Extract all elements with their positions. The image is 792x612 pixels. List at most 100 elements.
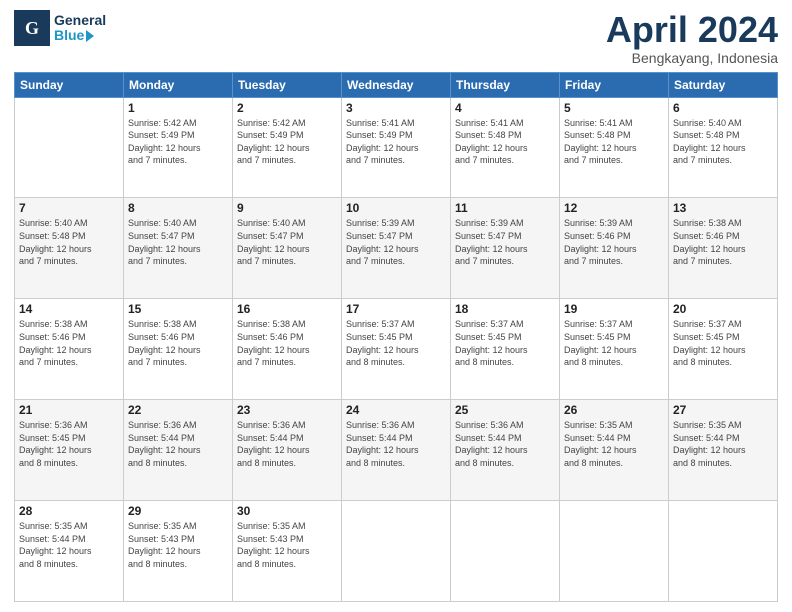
logo-letter: G — [25, 18, 39, 39]
day-number: 27 — [673, 403, 773, 417]
calendar-header-saturday: Saturday — [669, 72, 778, 97]
calendar-cell: 8Sunrise: 5:40 AMSunset: 5:47 PMDaylight… — [124, 198, 233, 299]
calendar-cell: 4 Sunrise: 5:41 AMSunset: 5:48 PMDaylight… — [451, 97, 560, 198]
calendar-cell: 6Sunrise: 5:40 AMSunset: 5:48 PMDaylight… — [669, 97, 778, 198]
logo-flag-icon — [86, 30, 94, 42]
calendar-cell — [15, 97, 124, 198]
day-info: Sunrise: 5:41 AMSunset: 5:48 PMDaylight:… — [455, 117, 555, 167]
calendar-cell: 26 Sunrise: 5:35 AMSunset: 5:44 PMDayligh… — [560, 400, 669, 501]
logo: G General Blue — [14, 10, 106, 46]
day-number: 9 — [237, 201, 337, 215]
day-info: Sunrise: 5:35 AMSunset: 5:44 PMDaylight:… — [673, 419, 773, 469]
calendar-cell: 12 Sunrise: 5:39 AMSunset: 5:46 PMDayligh… — [560, 198, 669, 299]
calendar-cell: 14 Sunrise: 5:38 AMSunset: 5:46 PMDayligh… — [15, 299, 124, 400]
day-info: Sunrise: 5:38 AMSunset: 5:46 PMDaylight:… — [128, 318, 228, 368]
calendar-cell: 17Sunrise: 5:37 AMSunset: 5:45 PMDayligh… — [342, 299, 451, 400]
calendar-cell: 28 Sunrise: 5:35 AMSunset: 5:44 PMDayligh… — [15, 501, 124, 602]
calendar-cell: 20Sunrise: 5:37 AMSunset: 5:45 PMDayligh… — [669, 299, 778, 400]
day-number: 3 — [346, 101, 446, 115]
day-number: 12 — [564, 201, 664, 215]
calendar-cell: 23 Sunrise: 5:36 AMSunset: 5:44 PMDayligh… — [233, 400, 342, 501]
day-info: Sunrise: 5:35 AMSunset: 5:44 PMDaylight:… — [564, 419, 664, 469]
day-info: Sunrise: 5:38 AMSunset: 5:46 PMDaylight:… — [673, 217, 773, 267]
calendar-cell — [560, 501, 669, 602]
calendar-cell: 15 Sunrise: 5:38 AMSunset: 5:46 PMDayligh… — [124, 299, 233, 400]
calendar-week-row: 7 Sunrise: 5:40 AMSunset: 5:48 PMDaylight… — [15, 198, 778, 299]
calendar-cell: 29Sunrise: 5:35 AMSunset: 5:43 PMDayligh… — [124, 501, 233, 602]
main-title: April 2024 — [606, 10, 778, 50]
day-info: Sunrise: 5:40 AMSunset: 5:47 PMDaylight:… — [128, 217, 228, 267]
header: G General Blue April 2024 Bengkayang, In… — [14, 10, 778, 66]
calendar-week-row: 21 Sunrise: 5:36 AMSunset: 5:45 PMDayligh… — [15, 400, 778, 501]
calendar-week-row: 14 Sunrise: 5:38 AMSunset: 5:46 PMDayligh… — [15, 299, 778, 400]
calendar-cell: 24Sunrise: 5:36 AMSunset: 5:44 PMDayligh… — [342, 400, 451, 501]
day-number: 22 — [128, 403, 228, 417]
calendar-cell: 9 Sunrise: 5:40 AMSunset: 5:47 PMDaylight… — [233, 198, 342, 299]
calendar-cell: 13 Sunrise: 5:38 AMSunset: 5:46 PMDayligh… — [669, 198, 778, 299]
day-number: 30 — [237, 504, 337, 518]
day-info: Sunrise: 5:39 AMSunset: 5:47 PMDaylight:… — [346, 217, 446, 267]
calendar-header-tuesday: Tuesday — [233, 72, 342, 97]
calendar-cell: 25Sunrise: 5:36 AMSunset: 5:44 PMDayligh… — [451, 400, 560, 501]
page: G General Blue April 2024 Bengkayang, In… — [0, 0, 792, 612]
calendar-header-thursday: Thursday — [451, 72, 560, 97]
calendar-cell: 11Sunrise: 5:39 AMSunset: 5:47 PMDayligh… — [451, 198, 560, 299]
calendar-header-monday: Monday — [124, 72, 233, 97]
day-number: 23 — [237, 403, 337, 417]
calendar-cell: 27 Sunrise: 5:35 AMSunset: 5:44 PMDayligh… — [669, 400, 778, 501]
day-info: Sunrise: 5:36 AMSunset: 5:44 PMDaylight:… — [237, 419, 337, 469]
logo-top: General — [54, 13, 106, 28]
day-info: Sunrise: 5:38 AMSunset: 5:46 PMDaylight:… — [19, 318, 119, 368]
day-number: 1 — [128, 101, 228, 115]
day-info: Sunrise: 5:37 AMSunset: 5:45 PMDaylight:… — [564, 318, 664, 368]
day-info: Sunrise: 5:37 AMSunset: 5:45 PMDaylight:… — [455, 318, 555, 368]
calendar-cell: 10 Sunrise: 5:39 AMSunset: 5:47 PMDayligh… — [342, 198, 451, 299]
logo-bot-text: Blue — [54, 27, 84, 43]
calendar-cell: 3Sunrise: 5:41 AMSunset: 5:49 PMDaylight… — [342, 97, 451, 198]
day-number: 13 — [673, 201, 773, 215]
calendar-cell — [342, 501, 451, 602]
calendar-header-sunday: Sunday — [15, 72, 124, 97]
day-number: 18 — [455, 302, 555, 316]
day-info: Sunrise: 5:39 AMSunset: 5:46 PMDaylight:… — [564, 217, 664, 267]
subtitle: Bengkayang, Indonesia — [606, 50, 778, 66]
day-number: 2 — [237, 101, 337, 115]
day-number: 15 — [128, 302, 228, 316]
day-info: Sunrise: 5:35 AMSunset: 5:43 PMDaylight:… — [237, 520, 337, 570]
calendar-cell: 21 Sunrise: 5:36 AMSunset: 5:45 PMDayligh… — [15, 400, 124, 501]
day-number: 10 — [346, 201, 446, 215]
calendar-cell: 18 Sunrise: 5:37 AMSunset: 5:45 PMDayligh… — [451, 299, 560, 400]
calendar-week-row: 1 Sunrise: 5:42 AMSunset: 5:49 PMDaylight… — [15, 97, 778, 198]
day-number: 17 — [346, 302, 446, 316]
day-info: Sunrise: 5:36 AMSunset: 5:44 PMDaylight:… — [455, 419, 555, 469]
calendar-cell: 5Sunrise: 5:41 AMSunset: 5:48 PMDaylight… — [560, 97, 669, 198]
day-number: 19 — [564, 302, 664, 316]
day-number: 26 — [564, 403, 664, 417]
day-number: 7 — [19, 201, 119, 215]
calendar-cell — [451, 501, 560, 602]
calendar-cell: 16Sunrise: 5:38 AMSunset: 5:46 PMDayligh… — [233, 299, 342, 400]
calendar-cell: 1 Sunrise: 5:42 AMSunset: 5:49 PMDaylight… — [124, 97, 233, 198]
logo-text-block: General Blue — [54, 13, 106, 44]
day-info: Sunrise: 5:39 AMSunset: 5:47 PMDaylight:… — [455, 217, 555, 267]
day-info: Sunrise: 5:40 AMSunset: 5:48 PMDaylight:… — [19, 217, 119, 267]
day-info: Sunrise: 5:37 AMSunset: 5:45 PMDaylight:… — [673, 318, 773, 368]
calendar-cell: 22Sunrise: 5:36 AMSunset: 5:44 PMDayligh… — [124, 400, 233, 501]
calendar-header-wednesday: Wednesday — [342, 72, 451, 97]
day-info: Sunrise: 5:42 AMSunset: 5:49 PMDaylight:… — [128, 117, 228, 167]
logo-bot: Blue — [54, 28, 106, 43]
calendar-cell: 30 Sunrise: 5:35 AMSunset: 5:43 PMDayligh… — [233, 501, 342, 602]
calendar-cell: 19 Sunrise: 5:37 AMSunset: 5:45 PMDayligh… — [560, 299, 669, 400]
day-number: 21 — [19, 403, 119, 417]
day-number: 16 — [237, 302, 337, 316]
day-info: Sunrise: 5:36 AMSunset: 5:45 PMDaylight:… — [19, 419, 119, 469]
day-number: 4 — [455, 101, 555, 115]
calendar-week-row: 28 Sunrise: 5:35 AMSunset: 5:44 PMDayligh… — [15, 501, 778, 602]
calendar-table: SundayMondayTuesdayWednesdayThursdayFrid… — [14, 72, 778, 602]
day-number: 28 — [19, 504, 119, 518]
day-number: 6 — [673, 101, 773, 115]
day-number: 14 — [19, 302, 119, 316]
day-info: Sunrise: 5:40 AMSunset: 5:47 PMDaylight:… — [237, 217, 337, 267]
calendar-header-friday: Friday — [560, 72, 669, 97]
day-info: Sunrise: 5:35 AMSunset: 5:44 PMDaylight:… — [19, 520, 119, 570]
